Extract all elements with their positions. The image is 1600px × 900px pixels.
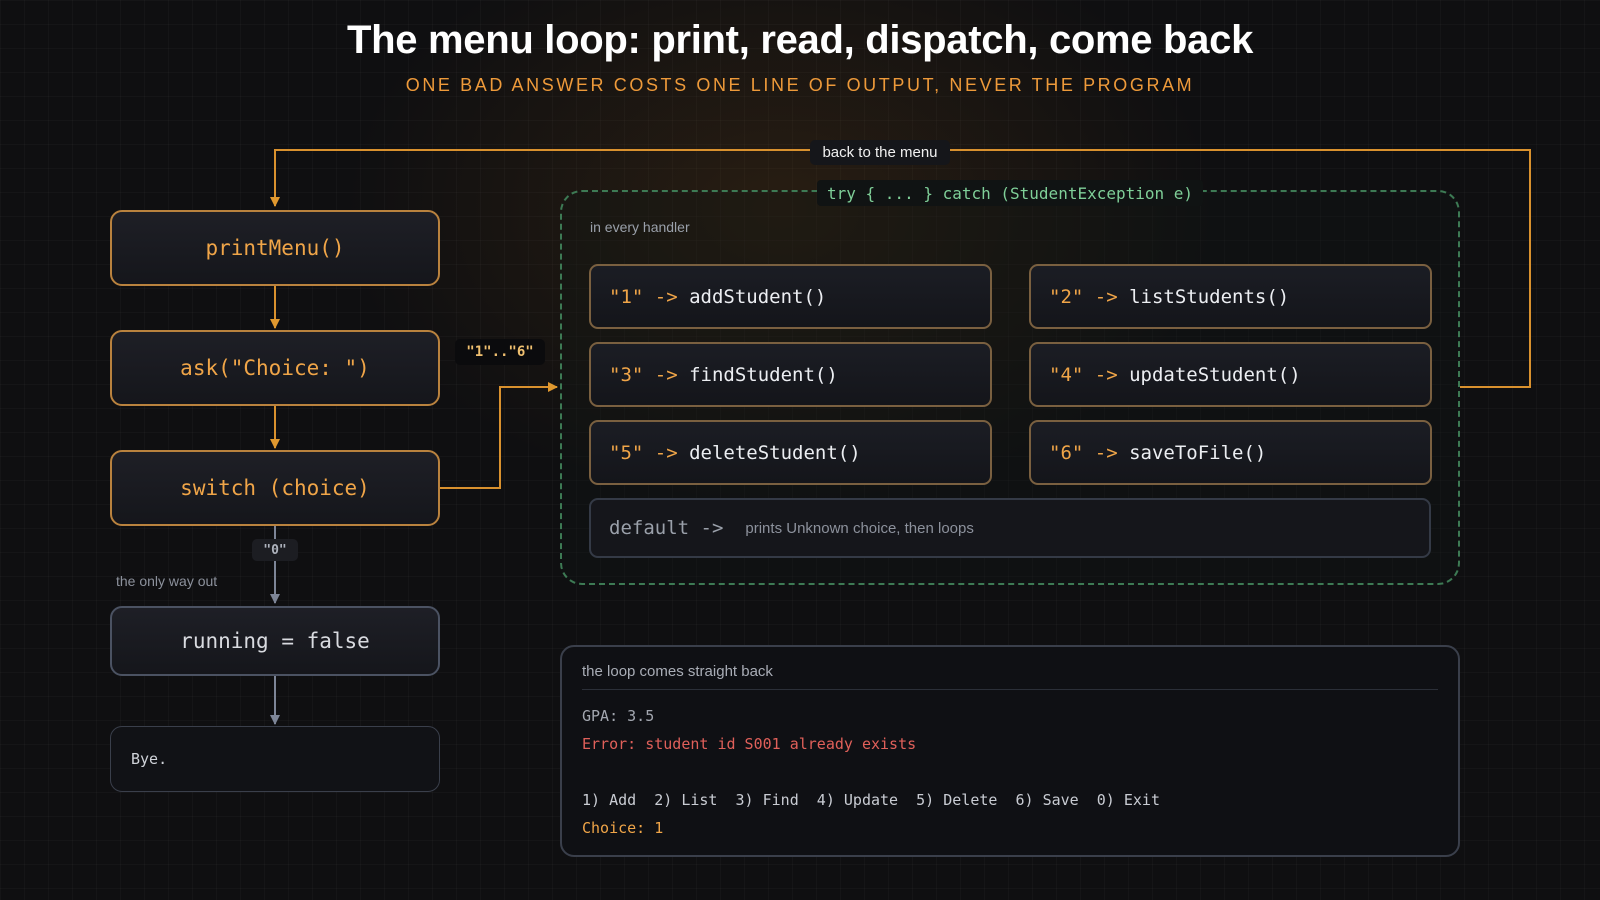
handler-function: addStudent() [689,285,827,308]
switch-node: switch (choice) [110,450,440,526]
handler-add: "1" -> addStudent() [589,264,992,329]
try-catch-label: try { ... } catch (StudentException e) [817,180,1204,206]
handler-arrow: -> [1083,285,1130,308]
console-output-panel: the loop comes straight back GPA: 3.5 Er… [560,645,1460,857]
switch-to-handlers-wire [440,382,558,489]
handler-update: "4" -> updateStudent() [1029,342,1432,407]
handler-key: "3" [609,363,644,386]
handler-function: findStudent() [689,363,838,386]
running-false-label: running = false [180,629,370,653]
handler-list: "2" -> listStudents() [1029,264,1432,329]
handler-delete: "5" -> deleteStudent() [589,420,992,485]
default-description: prints Unknown choice, then loops [745,519,974,537]
handler-function: saveToFile() [1129,441,1267,464]
exit-note: the only way out [116,573,218,589]
handler-key: "5" [609,441,644,464]
console-line-menu: 1) Add 2) List 3) Find 4) Update 5) Dele… [582,791,1160,809]
handler-key: "2" [1049,285,1084,308]
handler-note: in every handler [590,219,690,235]
running-false-node: running = false [110,606,440,676]
exit-choice-label: "0" [252,539,298,561]
exit-choice-text: "0" [263,542,287,558]
default-keyword: default -> [609,517,724,539]
console-line-gpa: GPA: 3.5 [582,707,655,725]
handler-save: "6" -> saveToFile() [1029,420,1432,485]
print-menu-node: printMenu() [110,210,440,286]
ask-label: ask("Choice: ") [180,356,370,380]
switch-label: switch (choice) [180,476,370,500]
handler-find: "3" -> findStudent() [589,342,992,407]
console-divider [582,689,1438,690]
handler-function: deleteStudent() [689,441,861,464]
console-line-error: Error: student id S001 already exists [582,735,917,753]
default-handler: default -> prints Unknown choice, then l… [589,498,1431,558]
print-menu-label: printMenu() [205,236,345,260]
handler-arrow: -> [643,285,690,308]
handler-function: listStudents() [1129,285,1290,308]
range-text: "1".."6" [466,344,534,360]
ask-node: ask("Choice: ") [110,330,440,406]
handler-arrow: -> [1083,441,1130,464]
handler-key: "4" [1049,363,1084,386]
loop-back-label: back to the menu [810,140,950,165]
handler-function: updateStudent() [1129,363,1301,386]
handler-arrow: -> [643,441,690,464]
handler-arrow: -> [1083,363,1130,386]
bye-output-node: Bye. [110,726,440,792]
handler-arrow: -> [643,363,690,386]
loop-back-text: back to the menu [822,144,938,161]
console-line-choice: Choice: 1 [582,819,664,837]
range-label: "1".."6" [455,339,545,365]
handler-key: "6" [1049,441,1084,464]
console-title: the loop comes straight back [582,663,773,680]
bye-label: Bye. [131,750,168,768]
handler-key: "1" [609,285,644,308]
